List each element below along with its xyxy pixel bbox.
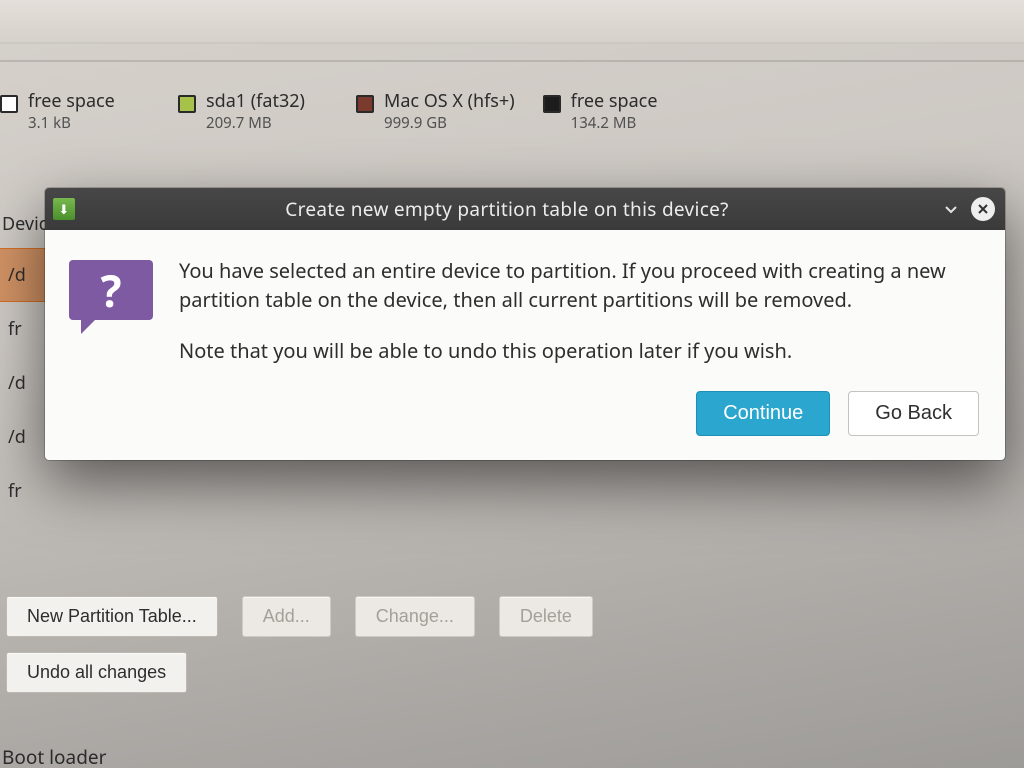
dialog-paragraph: You have selected an entire device to pa… — [179, 256, 975, 314]
dialog-title: Create new empty partition table on this… — [85, 196, 929, 222]
partition-action-buttons: New Partition Table... Add... Change... … — [6, 596, 593, 637]
swatch-free-1 — [0, 95, 18, 113]
legend-size: 999.9 GB — [384, 113, 515, 133]
device-tree-row-label: /d — [8, 425, 26, 449]
swatch-free-2 — [543, 95, 561, 113]
legend-size: 209.7 MB — [206, 113, 305, 133]
legend-item-sda1: sda1 (fat32) 209.7 MB — [178, 92, 328, 133]
dialog-paragraph: Note that you will be able to undo this … — [179, 336, 975, 365]
swatch-sda1 — [178, 95, 196, 113]
legend-item-macosx: Mac OS X (hfs+) 999.9 GB — [356, 92, 515, 133]
continue-button[interactable]: Continue — [696, 391, 830, 436]
dialog-titlebar[interactable]: ⬇ Create new empty partition table on th… — [45, 188, 1005, 230]
toolbar-divider — [0, 60, 1024, 62]
delete-partition-button[interactable]: Delete — [499, 596, 593, 637]
add-partition-button[interactable]: Add... — [242, 596, 331, 637]
undo-all-changes-button[interactable]: Undo all changes — [6, 652, 187, 693]
legend-label: Mac OS X (hfs+) — [384, 92, 515, 111]
legend-label: free space — [28, 92, 115, 111]
close-button[interactable] — [971, 197, 995, 221]
partition-legend: free space 3.1 kB sda1 (fat32) 209.7 MB … — [0, 92, 1024, 133]
change-partition-button[interactable]: Change... — [355, 596, 475, 637]
legend-item-free-1: free space 3.1 kB — [0, 92, 150, 133]
legend-label: sda1 (fat32) — [206, 92, 305, 111]
legend-size: 3.1 kB — [28, 113, 115, 133]
device-tree-header: Devic — [2, 212, 47, 236]
device-tree-row-label: fr — [8, 317, 22, 341]
legend-item-free-2: free space 134.2 MB — [543, 92, 693, 133]
toolbar-area — [0, 0, 1024, 44]
dialog-body: ? You have selected an entire device to … — [45, 230, 1005, 373]
legend-size: 134.2 MB — [571, 113, 658, 133]
confirm-dialog: ⬇ Create new empty partition table on th… — [45, 188, 1005, 460]
minimize-button[interactable] — [939, 197, 963, 221]
question-icon: ? — [69, 260, 153, 332]
device-tree-row-label: /d — [8, 371, 26, 395]
dialog-actions: Continue Go Back — [45, 373, 1005, 460]
go-back-button[interactable]: Go Back — [848, 391, 979, 436]
device-tree-row-label: fr — [8, 479, 22, 503]
device-tree-row[interactable]: fr — [0, 464, 56, 518]
legend-label: free space — [571, 92, 658, 111]
installer-app-icon: ⬇ — [53, 198, 75, 220]
device-tree-row-label: /d — [8, 263, 26, 287]
new-partition-table-button[interactable]: New Partition Table... — [6, 596, 218, 637]
boot-loader-label: Boot loader — [2, 744, 106, 768]
swatch-macosx — [356, 95, 374, 113]
